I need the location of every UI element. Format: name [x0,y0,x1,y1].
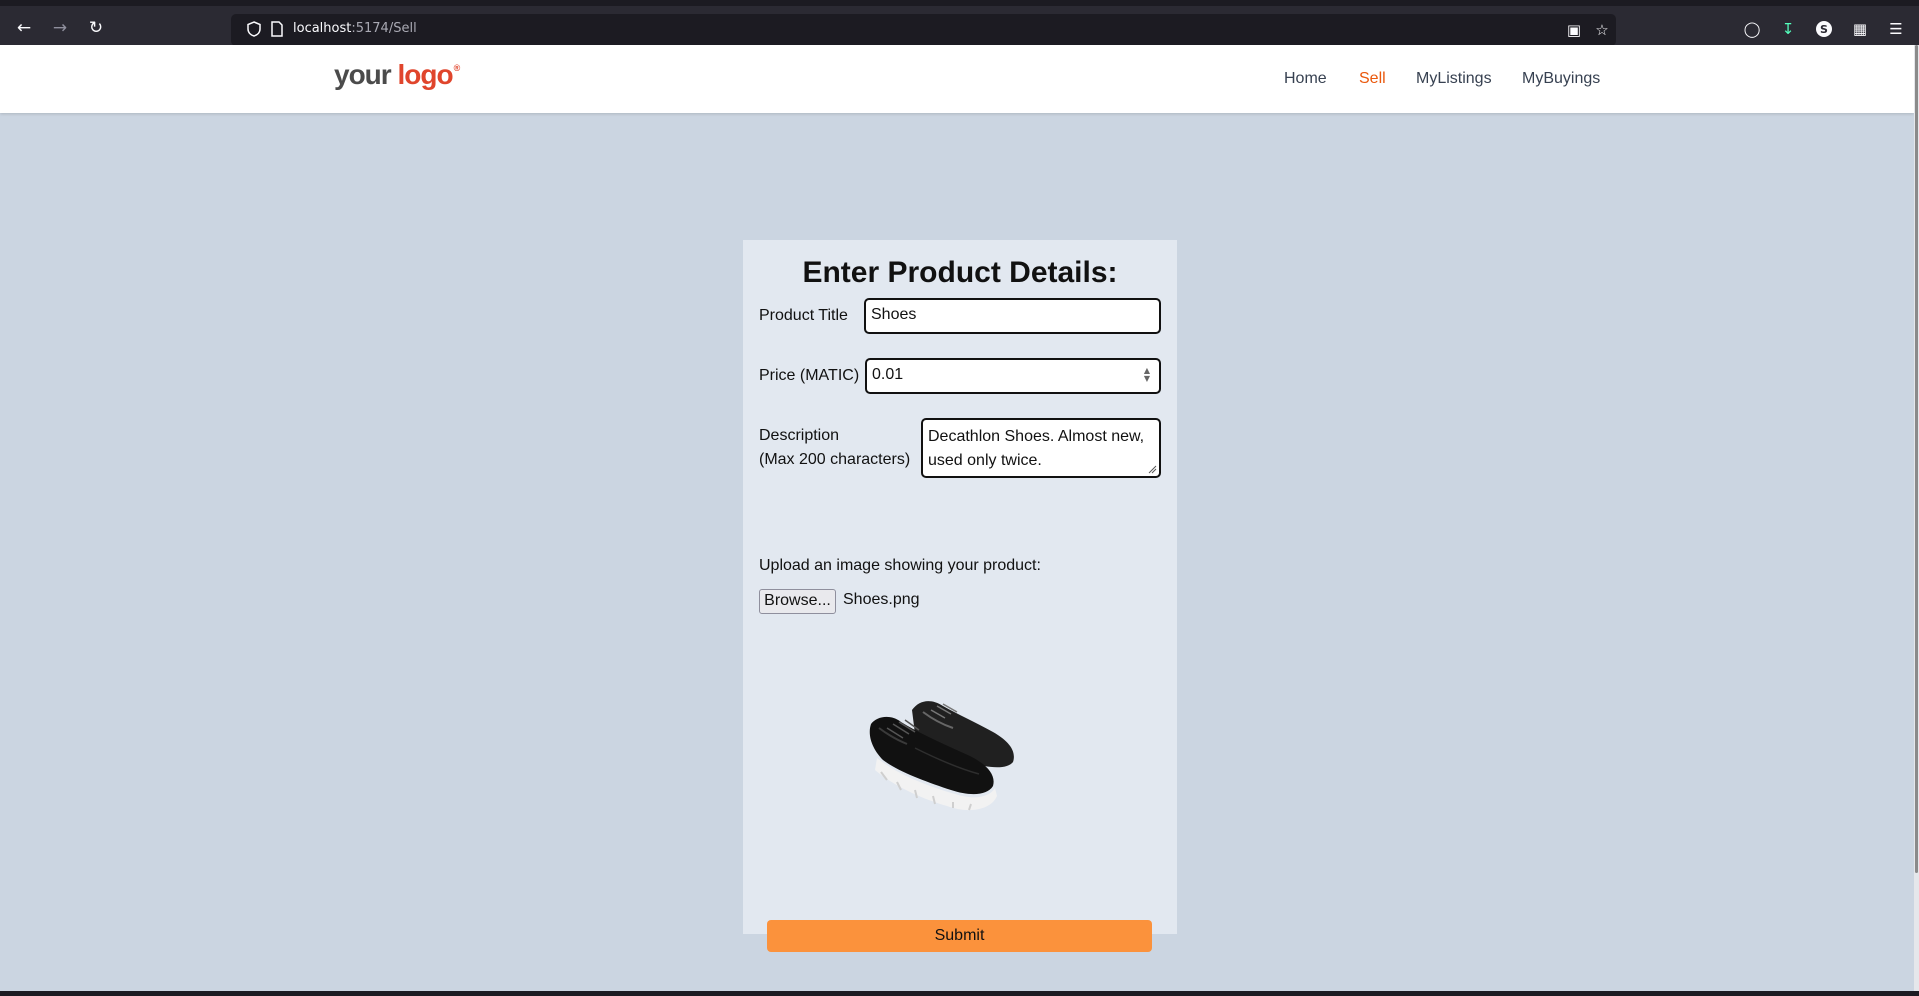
selected-file-name: Shoes.png [843,591,920,608]
pocket-icon[interactable]: ◯ [1741,18,1763,40]
account-letter: S [1820,23,1828,36]
price-label: Price (MATIC) [759,367,860,384]
logo-registered-mark: ® [453,63,461,73]
page-viewport: your logo® Home Sell MyListings MyBuying… [0,45,1914,991]
page-icon [271,21,283,37]
browse-button[interactable]: Browse... [759,589,836,614]
download-icon[interactable]: ↧ [1777,18,1799,40]
nav-sell[interactable]: Sell [1359,70,1386,88]
number-spinner-icon[interactable]: ▲ ▼ [1141,367,1153,385]
upload-label: Upload an image showing your product: [759,557,1041,574]
nav-mybuyings[interactable]: MyBuyings [1522,70,1600,88]
logo-your: your [334,59,392,90]
product-form: Enter Product Details: Product Title Sho… [743,240,1177,952]
description-textarea[interactable]: Decathlon Shoes. Almost new, used only t… [921,418,1161,478]
url-host: localhost [293,21,352,36]
shield-icon[interactable] [245,20,263,38]
resize-grip-icon[interactable] [1147,464,1157,474]
url-path: :5174/Sell [351,21,417,36]
description-label-line2: (Max 200 characters) [759,451,911,468]
star-icon[interactable]: ☆ [1592,20,1612,40]
url-text[interactable]: localhost:5174/Sell [293,21,417,36]
reload-icon[interactable]: ↻ [84,16,108,40]
puzzle-icon[interactable]: ▦ [1849,18,1871,40]
site-logo[interactable]: your logo® [334,59,461,91]
logo-brand: logo [397,59,453,90]
product-image-preview [869,701,1014,811]
product-title-label: Product Title [759,307,848,324]
description-label: Description (Max 200 characters) [759,424,910,472]
forward-arrow-icon[interactable]: → [48,16,72,40]
page-scrollbar[interactable] [1914,45,1919,991]
nav-mylistings[interactable]: MyListings [1416,70,1492,88]
price-input[interactable]: 0.01 ▲ ▼ [865,358,1161,394]
scrollbar-thumb[interactable] [1915,45,1918,873]
back-arrow-icon[interactable]: ← [12,16,36,40]
translate-icon[interactable]: ▣ [1564,20,1584,40]
address-bar[interactable]: localhost:5174/Sell ▣ ☆ [231,14,1616,46]
form-title: Enter Product Details: [802,256,1118,289]
window-bottom-edge [0,991,1919,996]
product-title-input[interactable]: Shoes [864,298,1161,334]
browser-toolbar: ← → ↻ localhost:5174/Sell ▣ ☆ ◯ ↧ S ▦ ☰ [0,0,1919,46]
account-icon[interactable]: S [1813,18,1835,40]
nav-home[interactable]: Home [1284,70,1327,88]
site-header: your logo® Home Sell MyListings MyBuying… [0,45,1914,113]
hamburger-menu-icon[interactable]: ☰ [1885,18,1907,40]
description-label-line1: Description [759,427,840,444]
price-value: 0.01 [872,366,904,383]
description-value: Decathlon Shoes. Almost new, used only t… [928,428,1145,469]
submit-button[interactable]: Submit [767,920,1152,952]
